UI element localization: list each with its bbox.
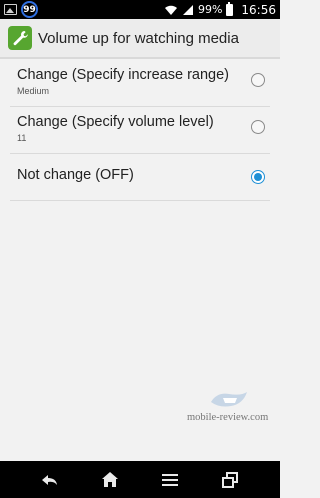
watermark-text: mobile-review.com	[187, 412, 269, 423]
option-increase-range[interactable]: Change (Specify increase range) Medium	[10, 60, 270, 107]
recent-apps-icon	[222, 471, 238, 488]
option-volume-level[interactable]: Change (Specify volume level) 11	[10, 107, 270, 154]
battery-percent: 99%	[197, 3, 223, 16]
wifi-icon	[164, 5, 177, 15]
option-not-change[interactable]: Not change (OFF)	[10, 154, 270, 201]
option-title: Change (Specify increase range)	[17, 67, 229, 83]
navigation-bar	[0, 461, 280, 498]
menu-button[interactable]	[155, 467, 185, 493]
options-list: Change (Specify increase range) Medium C…	[0, 60, 280, 201]
image-notification-icon	[4, 4, 17, 15]
recent-apps-button[interactable]	[215, 467, 245, 493]
option-subtitle: 11	[17, 133, 27, 143]
notification-badge: 99	[21, 1, 38, 18]
option-subtitle: Medium	[17, 86, 50, 96]
watermark-logo-icon	[211, 392, 247, 407]
option-title: Not change (OFF)	[17, 167, 134, 183]
page-title: Volume up for watching media	[38, 29, 239, 47]
menu-icon	[162, 473, 178, 486]
radio-button-selected[interactable]	[251, 170, 265, 184]
status-bar: 99 99% 16:56	[0, 0, 280, 19]
clock: 16:56	[241, 2, 276, 17]
battery-icon	[226, 1, 234, 16]
wrench-icon[interactable]	[8, 26, 32, 50]
action-bar: Volume up for watching media	[0, 19, 280, 59]
home-icon	[102, 472, 118, 487]
radio-button[interactable]	[251, 120, 265, 134]
home-button[interactable]	[95, 467, 125, 493]
option-title: Change (Specify volume level)	[17, 114, 214, 130]
radio-button[interactable]	[251, 73, 265, 87]
signal-icon	[182, 4, 193, 15]
back-icon	[42, 474, 57, 485]
back-button[interactable]	[35, 467, 65, 493]
